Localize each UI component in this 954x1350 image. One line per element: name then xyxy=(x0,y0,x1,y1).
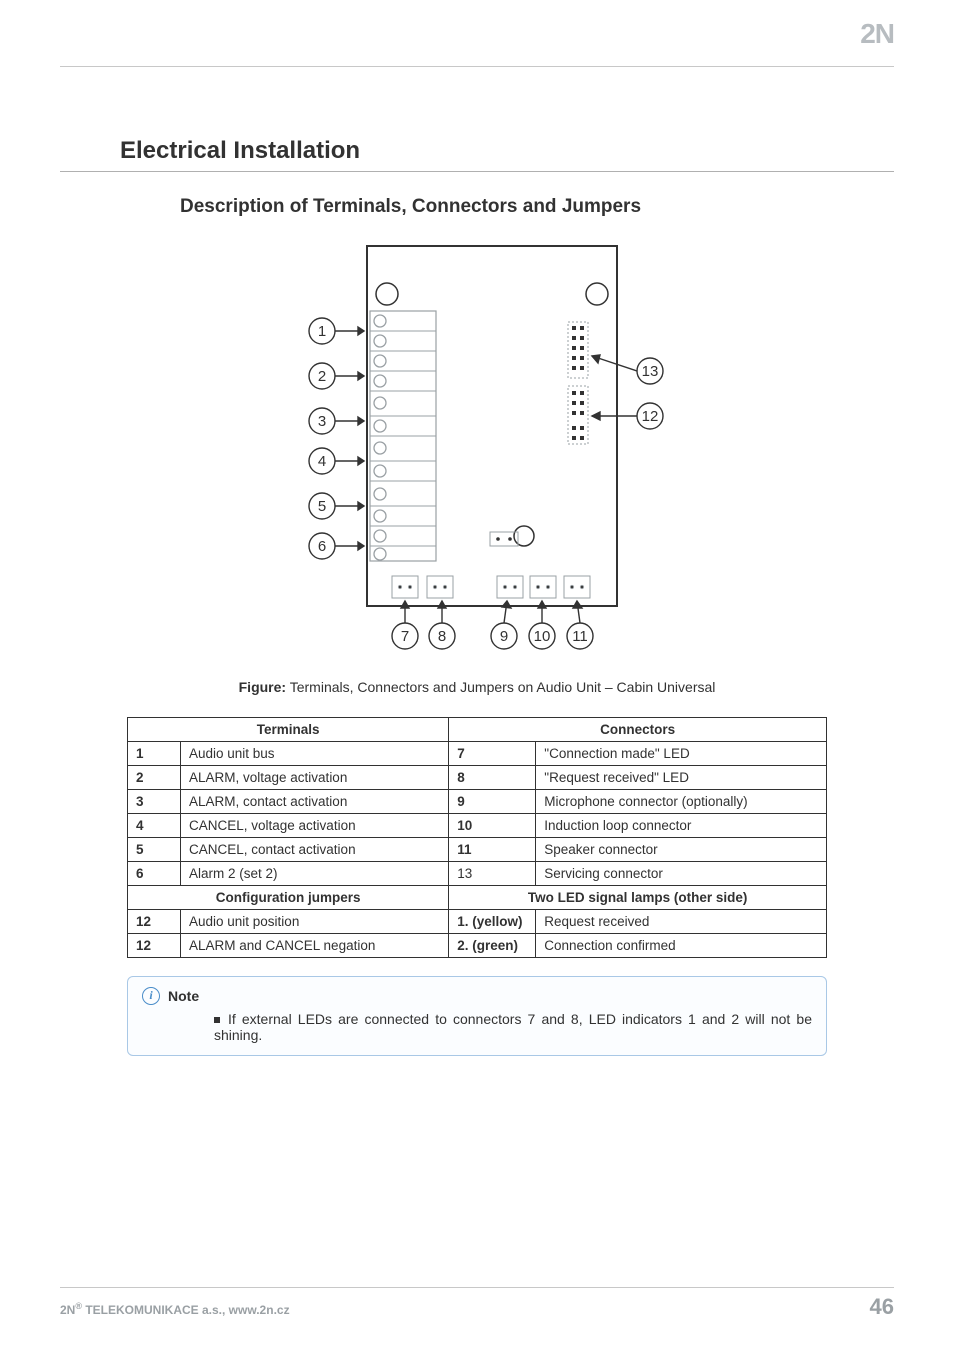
subsection-title: Description of Terminals, Connectors and… xyxy=(180,196,894,218)
svg-text:8: 8 xyxy=(438,628,446,645)
svg-text:3: 3 xyxy=(318,413,326,430)
note-box: i Note If external LEDs are connected to… xyxy=(127,976,827,1056)
note-text: If external LEDs are connected to connec… xyxy=(214,1011,812,1043)
diagram-figure: 1 2 3 4 5 6 13 12 7 8 9 10 11 xyxy=(60,236,894,661)
callout-9: 9 xyxy=(491,601,517,649)
table-row: 5CANCEL, contact activation11Speaker con… xyxy=(128,838,827,862)
callout-3: 3 xyxy=(309,408,364,434)
svg-text:12: 12 xyxy=(642,408,659,425)
callout-6: 6 xyxy=(309,533,364,559)
note-label: Note xyxy=(168,988,199,1004)
table-header-config-jumpers: Configuration jumpers xyxy=(128,886,449,910)
figure-label: Figure: xyxy=(239,679,286,695)
callout-8: 8 xyxy=(429,601,455,649)
callout-5: 5 xyxy=(309,493,364,519)
table-row: 6Alarm 2 (set 2)13Servicing connector xyxy=(128,862,827,886)
brand-logo: 2N xyxy=(860,18,894,50)
terminals-table: Terminals Connectors 1Audio unit bus7"Co… xyxy=(127,717,827,958)
table-header-terminals: Terminals xyxy=(128,718,449,742)
page-number: 46 xyxy=(870,1294,894,1320)
callout-2: 2 xyxy=(309,363,364,389)
table-row: 12ALARM and CANCEL negation2. (green)Con… xyxy=(128,934,827,958)
svg-text:9: 9 xyxy=(500,628,508,645)
note-body: If external LEDs are connected to connec… xyxy=(214,1011,812,1043)
callout-7: 7 xyxy=(392,601,418,649)
svg-text:2: 2 xyxy=(318,368,326,385)
section-divider xyxy=(60,171,894,172)
svg-text:4: 4 xyxy=(318,453,326,470)
svg-text:7: 7 xyxy=(401,628,409,645)
table-row: 3ALARM, contact activation9Microphone co… xyxy=(128,790,827,814)
svg-text:11: 11 xyxy=(572,628,588,645)
header-divider xyxy=(60,66,894,67)
footer-divider xyxy=(60,1287,894,1288)
svg-text:13: 13 xyxy=(642,363,659,380)
bullet-icon xyxy=(214,1017,220,1023)
callout-1: 1 xyxy=(309,318,364,344)
table-header-led-lamps: Two LED signal lamps (other side) xyxy=(449,886,827,910)
footer-left: 2N® TELEKOMUNIKACE a.s., www.2n.cz xyxy=(60,1301,290,1317)
svg-text:5: 5 xyxy=(318,498,326,515)
table-row: 4CANCEL, voltage activation10Induction l… xyxy=(128,814,827,838)
figure-caption: Figure: Terminals, Connectors and Jumper… xyxy=(60,679,894,695)
callout-10: 10 xyxy=(529,601,555,649)
callout-11: 11 xyxy=(567,601,593,649)
callout-4: 4 xyxy=(309,448,364,474)
figure-text: Terminals, Connectors and Jumpers on Aud… xyxy=(290,679,716,695)
svg-text:6: 6 xyxy=(318,538,326,555)
callout-12: 12 xyxy=(592,403,663,429)
table-row: 2ALARM, voltage activation8"Request rece… xyxy=(128,766,827,790)
table-row: 1Audio unit bus7"Connection made" LED xyxy=(128,742,827,766)
svg-text:1: 1 xyxy=(318,323,326,340)
page-footer: 2N® TELEKOMUNIKACE a.s., www.2n.cz 46 xyxy=(60,1287,894,1320)
section-title: Electrical Installation xyxy=(120,137,894,165)
callout-13: 13 xyxy=(592,355,663,384)
table-row: 12Audio unit position1. (yellow)Request … xyxy=(128,910,827,934)
pcb-diagram: 1 2 3 4 5 6 13 12 7 8 9 10 11 xyxy=(272,236,682,656)
table-header-connectors: Connectors xyxy=(449,718,827,742)
info-icon: i xyxy=(142,987,160,1005)
svg-text:10: 10 xyxy=(534,628,551,645)
